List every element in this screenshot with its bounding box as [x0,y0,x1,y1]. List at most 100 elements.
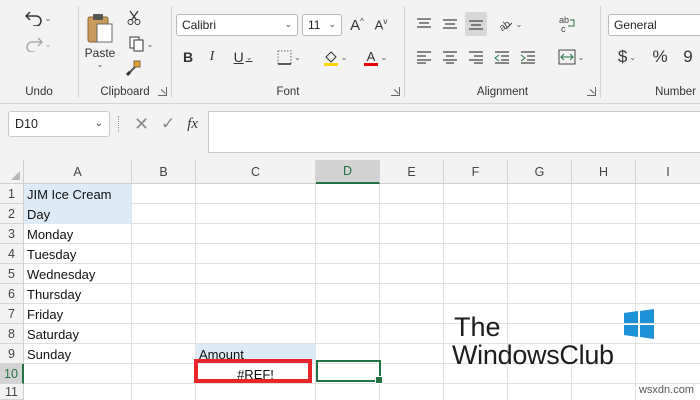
align-right-button[interactable] [465,46,487,68]
comma-style-button[interactable]: 9 [677,46,699,68]
cut-button[interactable] [123,8,145,28]
font-shrink-icon: Av [374,17,388,33]
number-format-value: General [614,18,657,32]
svg-text:A: A [366,49,375,64]
font-grow-icon: A^ [350,16,364,34]
cell-a1[interactable]: JIM Ice Cream [24,184,131,204]
cell-a6[interactable]: Thursday [24,284,131,304]
cancel-icon[interactable]: ✕ [134,114,149,135]
chevron-down-icon: ⌄ [515,19,523,29]
row-header-3[interactable]: 3 [0,224,24,244]
alignment-group-label: Alignment [476,86,529,98]
column-header-h[interactable]: H [572,160,636,184]
cell-a7[interactable]: Friday [24,304,131,324]
windows-logo-icon [624,309,654,339]
alignment-group: ab ⌄ ab c ⌄ Alignment [405,0,600,104]
font-size-dropdown[interactable]: 11 ⌄ [302,14,342,36]
scissors-icon [127,10,141,25]
cell-a4[interactable]: Tuesday [24,244,131,264]
row-header-8[interactable]: 8 [0,324,24,344]
row-header-1[interactable]: 1 [0,184,24,204]
currency-button[interactable]: $ ⌄ [611,46,643,68]
row-header-5[interactable]: 5 [0,264,24,284]
percent-icon: % [652,47,668,66]
clipboard-launcher-icon[interactable] [158,87,167,96]
alignment-launcher-icon[interactable] [587,87,596,96]
decrease-indent-button[interactable] [491,46,513,68]
font-launcher-icon[interactable] [391,87,400,96]
column-header-g[interactable]: G [508,160,572,184]
font-group: Calibri ⌄ 11 ⌄ A^ Av B I U ⌄ ⌄ ⌄ A ⌄ Font [172,0,404,104]
row-header-6[interactable]: 6 [0,284,24,304]
align-left-button[interactable] [413,46,435,68]
wrap-text-button[interactable]: ab c [555,12,579,36]
paste-button[interactable]: Paste ⌄ [81,6,119,74]
column-header-a[interactable]: A [24,160,132,184]
number-group-label: Number [655,86,696,98]
active-cell-d10[interactable] [316,360,383,384]
font-name-dropdown[interactable]: Calibri ⌄ [176,14,298,36]
select-all-button[interactable] [0,160,24,184]
row-header-9[interactable]: 9 [0,344,24,364]
align-middle-button[interactable] [439,12,461,36]
clipboard-group: Paste ⌄ ⌄ Clipboard [79,0,171,104]
decrease-font-size-button[interactable]: Av [370,14,392,36]
cell-a3[interactable]: Monday [24,224,131,244]
cell-a8[interactable]: Saturday [24,324,131,344]
merge-center-button[interactable]: ⌄ [553,46,589,68]
align-right-icon [469,51,483,64]
copy-button[interactable]: ⌄ [123,34,159,54]
align-bottom-icon [469,20,483,30]
wrap-text-icon: abc [559,15,575,33]
chevron-down-icon: ⌄ [245,52,253,62]
increase-font-size-button[interactable]: A^ [346,14,368,36]
increase-indent-button[interactable] [517,46,539,68]
number-format-dropdown[interactable]: General [608,14,700,36]
column-header-b[interactable]: B [132,160,196,184]
italic-button[interactable]: I [202,46,222,68]
font-color-button[interactable]: A ⌄ [358,46,392,68]
undo-button[interactable]: ⌄ [20,8,56,28]
column-header-d[interactable]: D [316,160,380,184]
underline-icon: U [233,49,244,65]
chevron-down-icon: ⌄ [577,52,585,62]
chevron-down-icon: ⌄ [44,39,52,49]
text-orientation-icon: ab [497,18,513,32]
format-painter-button[interactable] [123,58,145,78]
underline-button[interactable]: U ⌄ [226,46,260,68]
column-header-i[interactable]: I [636,160,700,184]
svg-text:c: c [561,24,566,33]
align-top-button[interactable] [413,12,435,36]
row-header-11[interactable]: 11 [0,384,24,400]
cell-a9[interactable]: Sunday [24,344,131,364]
borders-button[interactable]: ⌄ [272,46,306,68]
column-header-e[interactable]: E [380,160,444,184]
watermark-line2: WindowsClub [452,340,614,370]
percent-button[interactable]: % [649,46,671,68]
name-box[interactable]: D10 ⌄ [8,111,110,137]
gridline [443,184,444,400]
site-credit: wsxdn.com [638,384,694,396]
insert-function-icon[interactable]: fx [187,116,198,133]
row-header-7[interactable]: 7 [0,304,24,324]
column-header-c[interactable]: C [196,160,316,184]
svg-text:ab: ab [497,18,513,32]
fill-color-button[interactable]: ⌄ [318,46,352,68]
formula-input[interactable] [208,111,700,153]
cell-a2[interactable]: Day [24,204,131,224]
align-bottom-button[interactable] [465,12,487,36]
row-header-4[interactable]: 4 [0,244,24,264]
align-top-icon [417,18,431,28]
merge-cells-icon [558,49,576,65]
row-header-10[interactable]: 10 [0,364,24,384]
chevron-down-icon: ⌄ [340,52,348,62]
chevron-down-icon: ⌄ [284,19,292,29]
bold-button[interactable]: B [178,46,198,68]
align-center-button[interactable] [439,46,461,68]
cell-a5[interactable]: Wednesday [24,264,131,284]
redo-button[interactable]: ⌄ [20,34,56,54]
column-header-f[interactable]: F [444,160,508,184]
orientation-button[interactable]: ab ⌄ [491,12,527,36]
row-header-2[interactable]: 2 [0,204,24,224]
check-icon[interactable]: ✓ [161,114,175,134]
